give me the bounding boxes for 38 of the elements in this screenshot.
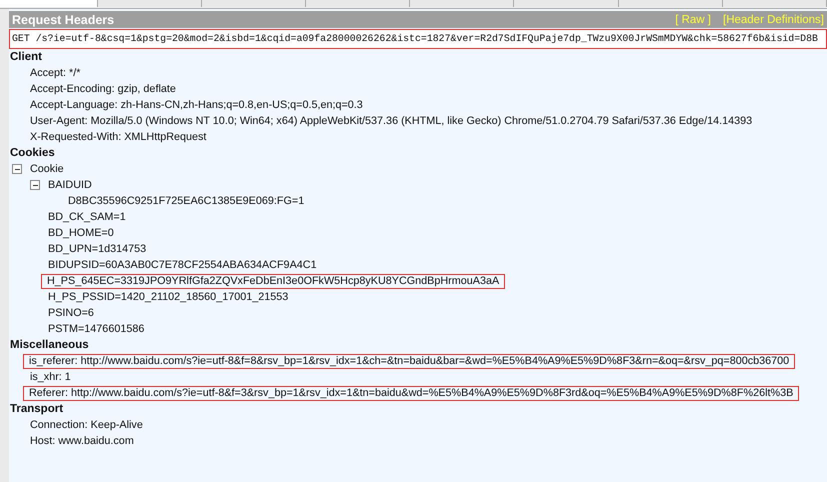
inspector-tab[interactable]	[306, 0, 410, 7]
header-value: Accept-Language: zh-Hans-CN,zh-Hans;q=0.8,en-US;q=0.5,en;q=0.3	[29, 98, 364, 112]
inspector-tab[interactable]	[98, 0, 202, 7]
header-value: PSTM=1476601586	[47, 322, 146, 336]
header-value: is_referer: http://www.baidu.com/s?ie=utf-8&f=8&rsv_bp=1&rsv_idx=1&ch=&tn=baidu&bar=&wd=%E5%B4%A9%E5%9D%8F3&rn=&oq=&rsv_pq=800cb36700	[23, 354, 796, 368]
header-value: H_PS_PSSID=1420_21102_18560_17001_21553	[47, 290, 290, 304]
group-heading: Cookies	[9, 146, 56, 161]
header-value: PSINO=6	[47, 306, 95, 320]
header-value: BAIDUID	[47, 178, 93, 192]
header-value: D8BC35596C9251F725EA6C1385E9E069:FG=1	[67, 194, 306, 208]
panel-title: Request Headers	[12, 12, 114, 26]
header-value: BIDUPSID=60A3AB0C7E78CF2554ABA634ACF9A4C1	[47, 258, 318, 272]
collapse-icon[interactable]	[12, 164, 22, 174]
group-heading: Client	[9, 50, 43, 65]
header-value: BD_UPN=1d314753	[47, 242, 148, 256]
inspector-tab[interactable]	[722, 0, 827, 7]
header-value: X-Requested-With: XMLHttpRequest	[29, 130, 208, 144]
header-value: H_PS_645EC=3319JPO9YRlfGfa2ZQVxFeDbEnI3e0OFkW5Hcp8yKU8YCGndBpHrmouA3aA	[41, 274, 506, 288]
header-value: BD_CK_SAM=1	[47, 210, 127, 224]
header-value: Host: www.baidu.com	[29, 434, 135, 448]
header-value: Referer: http://www.baidu.com/s?ie=utf-8&f=3&rsv_bp=1&rsv_idx=1&tn=baidu&wd=%E5%B4%A9%E5%9D%8F3rd&oq=%E5%B4%A9%E5%9D%8F%26lt%3B	[23, 386, 800, 400]
header-value: Cookie	[29, 162, 65, 176]
inspector-tab[interactable]	[410, 0, 514, 7]
header-link[interactable]: [Header Definitions]	[723, 14, 824, 26]
header-value: Accept-Encoding: gzip, deflate	[29, 82, 177, 96]
header-value: Connection: Keep-Alive	[29, 418, 144, 432]
header-value: BD_HOME=0	[47, 226, 115, 240]
inspector-tab[interactable]	[618, 0, 723, 7]
header-value: is_xhr: 1	[29, 370, 72, 384]
header-value: User-Agent: Mozilla/5.0 (Windows NT 10.0; Win64; x64) AppleWebKit/537.36 (KHTML, like Gecko) Chrome/51.0.2704.79 Safari/537.36 Edge/14.14393	[29, 114, 754, 128]
header-value: Accept: */*	[29, 66, 82, 80]
inspector-tab[interactable]	[514, 0, 619, 7]
group-heading: Miscellaneous	[9, 338, 90, 353]
group-heading: Transport	[9, 402, 64, 417]
inspector-tab[interactable]	[0, 0, 98, 7]
header-link[interactable]: [ Raw ]	[675, 14, 711, 26]
inspector-tab[interactable]	[202, 0, 306, 7]
collapse-icon[interactable]	[30, 180, 40, 190]
